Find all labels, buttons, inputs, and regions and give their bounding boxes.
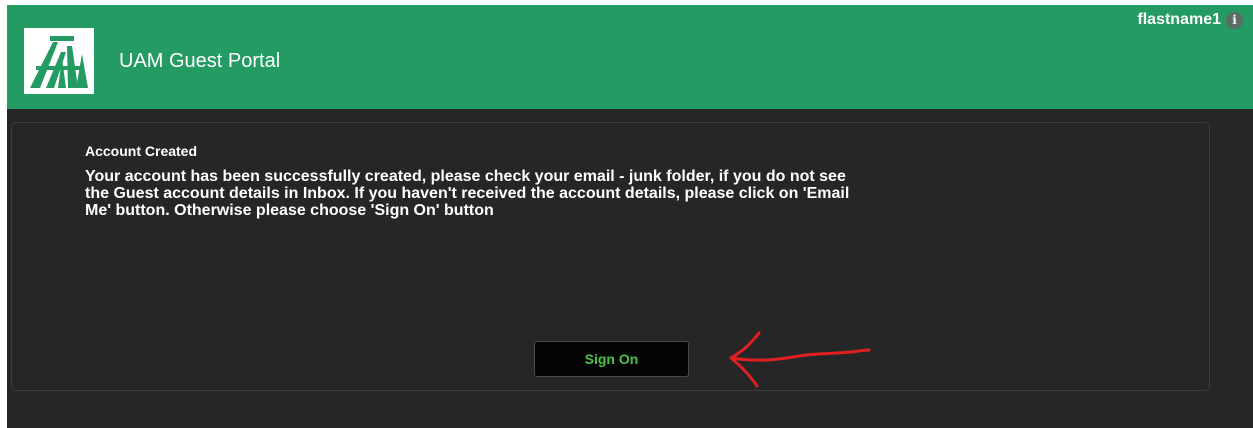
portal-title: UAM Guest Portal <box>119 50 281 72</box>
info-icon[interactable]: i <box>1226 11 1243 29</box>
portal-header: UAM Guest Portal flastname1 i <box>7 5 1253 109</box>
account-created-panel: Account Created Your account has been su… <box>11 122 1210 391</box>
panel-message: Your account has been successfully creat… <box>85 168 850 219</box>
red-arrow-icon <box>729 331 871 388</box>
user-menu[interactable]: flastname1 i <box>1137 9 1243 31</box>
sign-on-button[interactable]: Sign On <box>534 341 689 377</box>
panel-heading: Account Created <box>85 143 198 159</box>
portal-page: UAM Guest Portal flastname1 i Account Cr… <box>7 5 1253 428</box>
username[interactable]: flastname1 <box>1137 11 1221 29</box>
uam-logo-icon <box>24 28 94 94</box>
